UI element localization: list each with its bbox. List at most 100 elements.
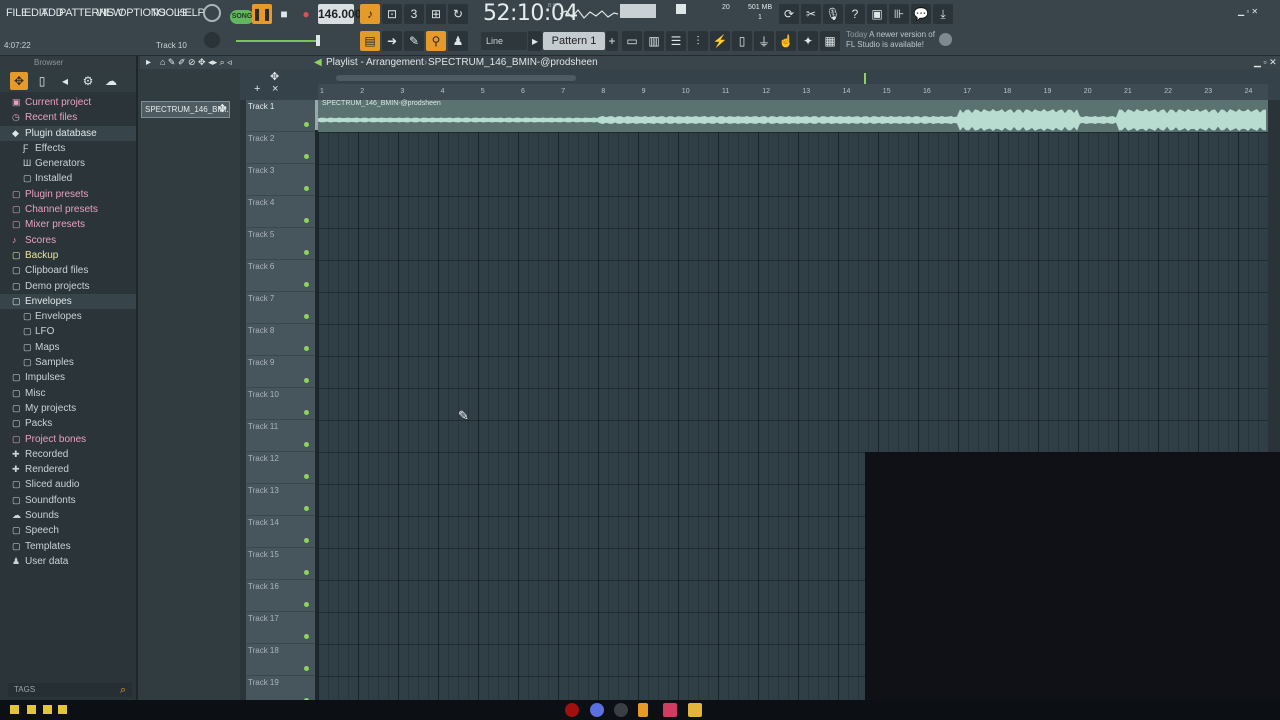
track-mute-led[interactable] [304,570,309,575]
browser-item[interactable]: ▢ Mixer presets [0,217,136,232]
project-info-button[interactable]: ▦ [820,31,840,51]
track-mute-led[interactable] [304,410,309,415]
track-header[interactable]: Track 16 [246,580,315,612]
horizontal-scrollbar[interactable] [336,75,576,81]
browser-cloud-button[interactable]: ☁ [102,72,120,90]
pattern-selector[interactable]: Pattern 1 [543,32,605,50]
menu-arrow-icon[interactable]: ▸ [146,56,151,69]
track-header[interactable]: Track 2 [246,132,315,164]
track-mute-led[interactable] [304,634,309,639]
browser-tree-button[interactable]: ✥ [10,72,28,90]
channel-rack-button[interactable]: ☰ [666,31,686,51]
step-edit-button[interactable]: ⊞ [426,4,446,24]
plugin-button[interactable]: ⏚ [754,31,774,51]
plus-icon[interactable]: ✥ [218,102,227,117]
audio-clip[interactable]: SPECTRUM_146_BMIN-@prodsheen [318,100,1268,132]
browser-item[interactable]: Ш Generators [0,156,136,171]
plugin-picker-button[interactable]: ⚡ [710,31,730,51]
browser-item[interactable]: ▢ LFO [0,324,136,339]
browser-item[interactable]: ♪ Scores [0,233,136,248]
volume-slider-handle[interactable] [316,35,320,46]
browser-item[interactable]: ▢ Envelopes [0,293,136,310]
browser-item[interactable]: ✚ Rendered [0,462,136,477]
track-mute-led[interactable] [304,154,309,159]
tempo-tap-button[interactable]: ✦ [798,31,818,51]
taskbar-explorer-icon[interactable] [688,703,702,717]
taskbar-app2-icon[interactable] [43,705,52,714]
browser-item[interactable]: ◆ Plugin database [0,125,136,141]
chat-button[interactable]: 💬 [911,4,931,24]
track-mute-led[interactable] [304,346,309,351]
browser-item[interactable]: ▢ Packs [0,416,136,431]
browser-item[interactable]: ▢ Channel presets [0,202,136,217]
track-header[interactable]: Track 12 [246,452,315,484]
taskbar-discord-icon[interactable] [590,703,604,717]
track-mute-led[interactable] [304,314,309,319]
timeline-ruler[interactable]: 1 2 3 4 5 6 7 8 9 10 11 12 13 14 15 16 17 18 19 20 21 22 23 24 [318,84,1268,100]
track-header[interactable]: Track 1 [246,100,315,132]
track-header[interactable]: Track 8 [246,324,315,356]
tags-field[interactable]: TAGS [8,683,132,697]
update-badge-icon[interactable] [939,33,952,46]
browser-file-button[interactable]: ▯ [33,72,51,90]
wait-record-button[interactable]: ⊡ [382,4,402,24]
close-icon[interactable]: × [272,83,278,95]
master-volume-knob[interactable] [203,4,221,22]
play-button[interactable]: ❚❚ [252,4,272,24]
record-button[interactable]: ● [296,4,316,24]
track-mute-led[interactable] [304,218,309,223]
tempo-display[interactable]: 146.000 [318,4,361,24]
mic-button[interactable]: 🎙 [823,4,843,24]
track-header[interactable]: Track 13 [246,484,315,516]
channel-item[interactable]: SPECTRUM_146_BMI... ✥ [141,101,230,118]
menu-help[interactable]: HELP [177,7,205,19]
piano-roll-button[interactable]: ▥ [644,31,664,51]
refresh-button[interactable]: ⟳ [779,4,799,24]
download-button[interactable]: ⤓ [933,4,953,24]
window-controls[interactable]: ▁ ▫ ✕ [1238,7,1258,16]
browser-item[interactable]: ▢ Maps [0,340,136,355]
stamp-button[interactable]: ♟ [448,31,468,51]
song-mode-toggle[interactable]: SONG [230,10,254,24]
browser-item[interactable]: ▢ Clipboard files [0,263,136,278]
pattern-prev-button[interactable]: ▸ [528,31,542,51]
taskbar-fl-icon[interactable] [638,703,648,717]
track-mute-led[interactable] [304,538,309,543]
magnet-button[interactable]: ⚲ [426,31,446,51]
help-button[interactable]: ? [845,4,865,24]
taskbar-app1-icon[interactable] [27,705,36,714]
browser-item[interactable]: ◷ Recent files [0,110,136,125]
track-header[interactable]: Track 5 [246,228,315,260]
browser-item[interactable]: ▢ Plugin presets [0,187,136,202]
track-mute-led[interactable] [304,122,309,127]
track-header[interactable]: Track 17 [246,612,315,644]
browser-item[interactable]: ▢ Demo projects [0,279,136,294]
pitch-knob[interactable] [204,32,220,48]
playlist-window-button[interactable]: ▭ [622,31,642,51]
track-mute-led[interactable] [304,474,309,479]
mixer-button[interactable]: ⊪ [889,4,909,24]
search-icon[interactable]: ⌕ [120,684,126,697]
track-mute-led[interactable] [304,378,309,383]
stop-button[interactable]: ■ [274,4,294,24]
browser-item[interactable]: ▢ Soundfonts [0,493,136,508]
track-header[interactable]: Track 11 [246,420,315,452]
track-mute-led[interactable] [304,666,309,671]
taskbar-settings-icon[interactable] [614,703,628,717]
cut-tool-button[interactable]: ✂ [801,4,821,24]
countdown-button[interactable]: 3 [404,4,424,24]
browser-item[interactable]: ▢ Misc [0,386,136,401]
taskbar-start-icon[interactable] [10,705,19,714]
browser-toggle-button[interactable]: ▯ [732,31,752,51]
loop-record-button[interactable]: ↻ [448,4,468,24]
master-volume-slider[interactable] [236,40,320,42]
taskbar-photos-icon[interactable] [663,703,677,717]
browser-item[interactable]: ▢ Sliced audio [0,477,136,492]
taskbar-app3-icon[interactable] [58,705,67,714]
track-mute-led[interactable] [304,602,309,607]
track-mute-led[interactable] [304,250,309,255]
track-header[interactable]: Track 4 [246,196,315,228]
browser-back-button[interactable]: ◂ [56,72,74,90]
browser-item[interactable]: ▢ Backup [0,248,136,263]
browser-item[interactable]: ♟ User data [0,554,136,569]
